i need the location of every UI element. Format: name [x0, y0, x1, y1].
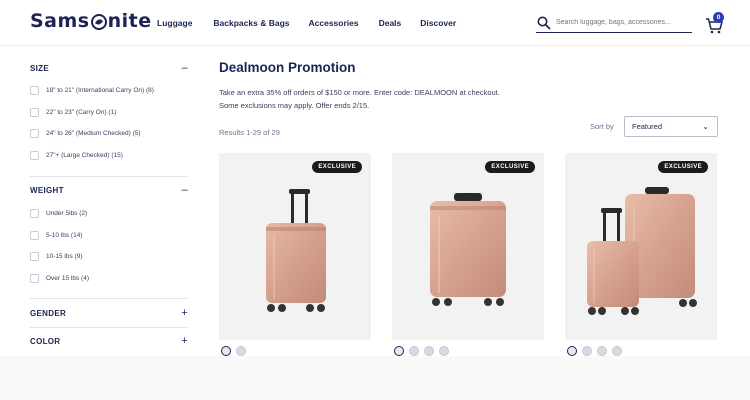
- filter-option-label: 10-15 lbs (9): [46, 252, 83, 260]
- checkbox[interactable]: [30, 128, 39, 138]
- checkbox[interactable]: [30, 85, 39, 95]
- exclusive-badge: EXCLUSIVE: [658, 161, 708, 173]
- product-card[interactable]: EXCLUSIVE: [565, 153, 717, 340]
- color-swatch[interactable]: [394, 346, 404, 356]
- color-swatch[interactable]: [567, 346, 577, 356]
- logo-mark-icon: [90, 14, 107, 30]
- facet-gender-header[interactable]: GENDER +: [30, 307, 188, 319]
- filter-option[interactable]: 5-10 lbs (14): [30, 230, 83, 240]
- checkbox[interactable]: [30, 230, 39, 240]
- product-card[interactable]: EXCLUSIVE: [219, 153, 371, 340]
- color-swatch[interactable]: [409, 346, 419, 356]
- nav-luggage[interactable]: Luggage: [157, 18, 192, 28]
- filter-option-label: 27"+ (Large Checked) (15): [46, 151, 123, 159]
- color-swatch[interactable]: [424, 346, 434, 356]
- expand-icon[interactable]: +: [181, 335, 188, 347]
- color-swatch[interactable]: [221, 346, 231, 356]
- filter-option-label: Over 15 lbs (4): [46, 274, 89, 282]
- promo-line: Some exclusions may apply. Offer ends 2/…: [219, 101, 370, 110]
- page-title: Dealmoon Promotion: [219, 60, 356, 75]
- filter-option[interactable]: 18" to 21" (International Carry On) (8): [30, 85, 154, 95]
- site-header: Sams nite Luggage Backpacks & Bags Acces…: [0, 0, 750, 46]
- color-swatches: [221, 346, 246, 356]
- filter-option[interactable]: 24" to 26" (Medium Checked) (5): [30, 128, 141, 138]
- nav-deals[interactable]: Deals: [379, 18, 402, 28]
- cart-count-badge: 0: [713, 12, 724, 23]
- search-icon[interactable]: [537, 16, 551, 30]
- filter-option[interactable]: 22" to 23" (Carry On) (1): [30, 107, 116, 117]
- filter-option[interactable]: 10-15 lbs (9): [30, 251, 83, 261]
- expand-icon[interactable]: +: [181, 307, 188, 319]
- sort-select[interactable]: Featured ⌄: [624, 116, 718, 137]
- main-nav: Luggage Backpacks & Bags Accessories Dea…: [157, 18, 456, 28]
- filter-option[interactable]: Over 15 lbs (4): [30, 273, 89, 283]
- facet-color-label: COLOR: [30, 336, 61, 346]
- exclusive-badge: EXCLUSIVE: [485, 161, 535, 173]
- page-footer-area: [0, 356, 750, 400]
- filter-option[interactable]: Under 5lbs (2): [30, 208, 87, 218]
- sort-label: Sort by: [590, 122, 614, 131]
- divider: [30, 298, 188, 299]
- filter-option-label: 5-10 lbs (14): [46, 231, 83, 239]
- color-swatch[interactable]: [236, 346, 246, 356]
- chevron-down-icon: ⌄: [702, 122, 709, 131]
- color-swatch[interactable]: [597, 346, 607, 356]
- facet-color-header[interactable]: COLOR +: [30, 335, 188, 347]
- product-image[interactable]: [219, 153, 371, 340]
- checkbox[interactable]: [30, 107, 39, 117]
- nav-accessories[interactable]: Accessories: [309, 18, 359, 28]
- checkbox[interactable]: [30, 208, 39, 218]
- filter-option-label: 18" to 21" (International Carry On) (8): [46, 86, 154, 94]
- filter-option[interactable]: 27"+ (Large Checked) (15): [30, 150, 123, 160]
- product-card[interactable]: EXCLUSIVE: [392, 153, 544, 340]
- results-count: Results 1-29 of 29: [219, 128, 280, 137]
- checkbox[interactable]: [30, 251, 39, 261]
- divider: [30, 327, 188, 328]
- facet-weight-label: WEIGHT: [30, 185, 64, 195]
- filter-option-label: 22" to 23" (Carry On) (1): [46, 108, 117, 116]
- collapse-icon[interactable]: –: [182, 184, 188, 196]
- logo-text-end: nite: [107, 10, 152, 32]
- sort-select-value: Featured: [632, 122, 663, 131]
- product-image[interactable]: [392, 153, 544, 340]
- product-image[interactable]: [565, 153, 717, 340]
- nav-backpacks-bags[interactable]: Backpacks & Bags: [213, 18, 289, 28]
- color-swatch[interactable]: [612, 346, 622, 356]
- checkbox[interactable]: [30, 273, 39, 283]
- color-swatch[interactable]: [582, 346, 592, 356]
- facet-gender-label: GENDER: [30, 308, 67, 318]
- filter-option-label: 24" to 26" (Medium Checked) (5): [46, 129, 141, 137]
- color-swatch[interactable]: [439, 346, 449, 356]
- facet-size-label: SIZE: [30, 63, 49, 73]
- exclusive-badge: EXCLUSIVE: [312, 161, 362, 173]
- nav-discover[interactable]: Discover: [420, 18, 456, 28]
- logo-text-start: Sams: [30, 10, 90, 32]
- filter-option-label: Under 5lbs (2): [46, 209, 88, 217]
- color-swatches: [567, 346, 622, 356]
- checkbox[interactable]: [30, 150, 39, 160]
- facet-size-header[interactable]: SIZE –: [30, 62, 188, 74]
- divider: [30, 176, 188, 177]
- samsonite-logo[interactable]: Sams nite: [30, 10, 152, 32]
- facet-weight-header[interactable]: WEIGHT –: [30, 184, 188, 196]
- promo-text: Take an extra 35% off orders of $150 or …: [219, 86, 549, 112]
- color-swatches: [394, 346, 449, 356]
- search-input[interactable]: [556, 19, 686, 26]
- collapse-icon[interactable]: –: [182, 62, 188, 74]
- search-bar[interactable]: [536, 13, 692, 33]
- promo-line: Take an extra 35% off orders of $150 or …: [219, 88, 500, 97]
